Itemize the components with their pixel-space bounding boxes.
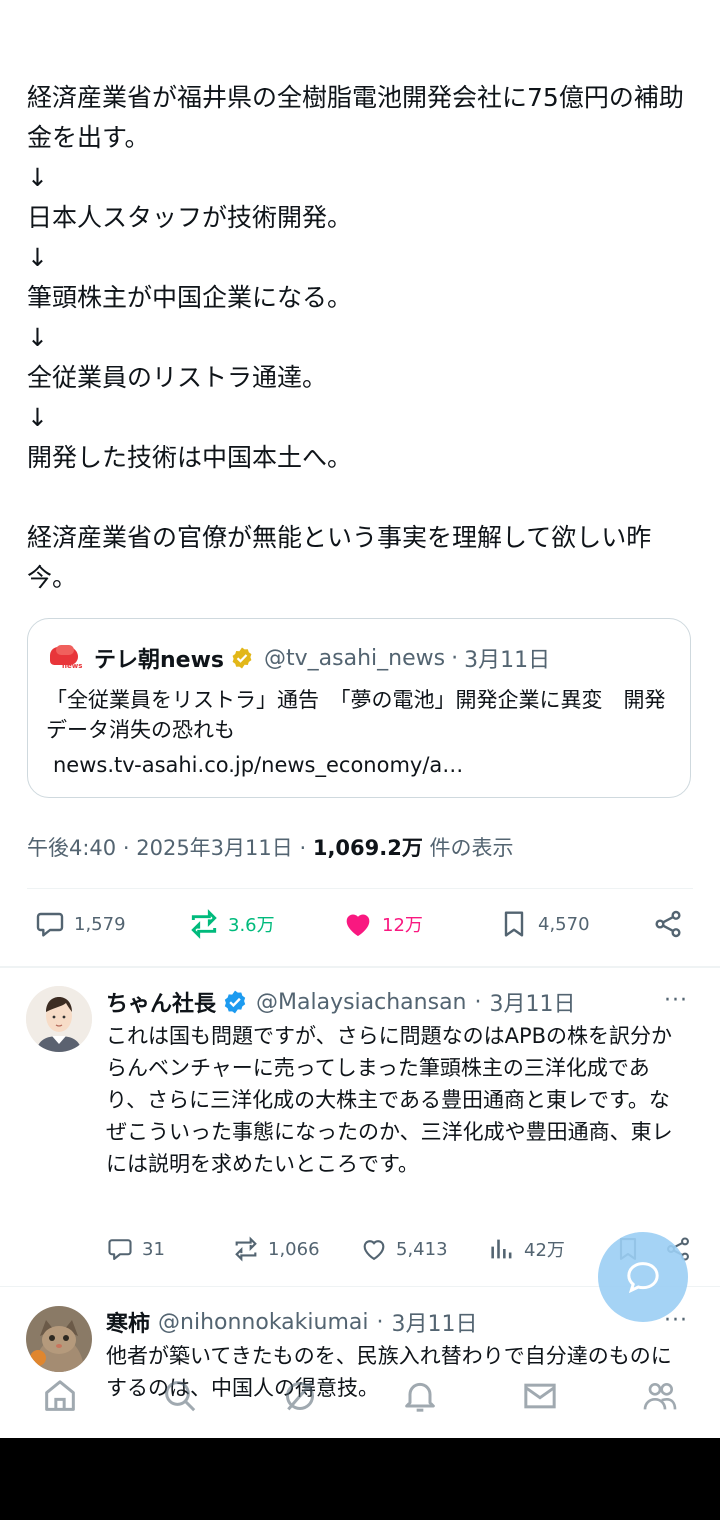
reply-author-name[interactable]: 寒柿 (106, 1306, 150, 1338)
separator-dot: · (376, 1309, 384, 1335)
reply-author-handle: @Malaysiachansan (256, 989, 467, 1015)
view-count: 42万 (524, 1240, 565, 1261)
repost-count: 1,066 (268, 1238, 320, 1260)
separator-dot: · (299, 836, 307, 860)
home-icon (45, 1380, 75, 1411)
nav-messages[interactable] (520, 1376, 560, 1416)
post-time: 午後4:40 (27, 836, 117, 860)
nav-search[interactable] (160, 1376, 200, 1416)
quoted-post-header: news テレ朝news @tv_asahi_news · 3月11日 (48, 643, 550, 673)
post-date: 2025年3月11日 (136, 836, 293, 860)
separator-dot: · (451, 645, 459, 671)
compose-reply-button[interactable] (598, 1232, 688, 1322)
quoted-post-card[interactable]: news テレ朝news @tv_asahi_news · 3月11日 「全従業… (27, 618, 691, 798)
quoted-author-handle: @tv_asahi_news (264, 645, 446, 671)
quoted-post-text: 「全従業員をリストラ」通告 「夢の電池」開発企業に異変 開発データ消失の恐れも (46, 688, 666, 742)
reply-date: 3月11日 (391, 1312, 478, 1337)
nav-grok[interactable] (280, 1376, 320, 1416)
reply-count: 31 (142, 1238, 165, 1260)
like-count: 12万 (382, 915, 423, 936)
reply-header: 寒柿 @nihonnokakiumai · 3月11日 (106, 1306, 477, 1338)
nav-home[interactable] (40, 1376, 80, 1416)
quoted-post-link[interactable]: news.tv-asahi.co.jp/news_economy/a… (53, 753, 463, 777)
nav-notifications[interactable] (400, 1376, 440, 1416)
reply-date: 3月11日 (489, 992, 576, 1017)
avatar[interactable] (26, 986, 92, 1052)
bookmark-count: 4,570 (538, 913, 590, 935)
separator-dot: · (474, 989, 482, 1015)
views-button[interactable]: 42万 (488, 1235, 565, 1263)
like-button[interactable]: 5,413 (360, 1235, 448, 1263)
reply-count: 1,579 (74, 913, 126, 935)
analytics-icon (491, 1239, 512, 1259)
grok-icon (286, 1381, 314, 1411)
verified-org-badge-icon (232, 647, 252, 669)
messages-icon (524, 1383, 556, 1409)
more-options-icon[interactable]: ··· (664, 988, 688, 1013)
bookmark-button[interactable]: 4,570 (498, 908, 590, 940)
avatar-cat-photo-icon (26, 1306, 92, 1372)
repost-icon (235, 1236, 257, 1262)
quoted-post-date: 3月11日 (464, 648, 551, 673)
bookmark-icon (504, 911, 524, 937)
logo-text: news (62, 662, 83, 670)
reply-author-name[interactable]: ちゃん社長 (106, 986, 216, 1018)
heart-filled-icon (346, 914, 370, 936)
verified-badge-icon (224, 990, 246, 1014)
communities-icon (643, 1383, 677, 1410)
reply-button[interactable]: 1,579 (34, 908, 126, 940)
like-button[interactable]: 12万 (342, 908, 423, 940)
quoted-author-name[interactable]: テレ朝news (94, 642, 224, 674)
reply-icon (36, 912, 64, 937)
divider (0, 966, 720, 968)
repost-count: 3.6万 (228, 915, 275, 936)
bottom-navigation (0, 1366, 720, 1436)
notifications-icon (405, 1382, 435, 1412)
reply-header: ちゃん社長 @Malaysiachansan · 3月11日 (106, 986, 576, 1018)
reply-icon (108, 1239, 132, 1260)
view-count-label: 件の表示 (429, 836, 514, 860)
reply-text: これは国も問題ですが、さらに問題なのはAPBの株を訳分からんベンチャーに売ってし… (106, 1024, 673, 1176)
share-button[interactable] (652, 908, 692, 940)
avatar[interactable] (26, 1306, 92, 1372)
post-action-bar: 1,579 3.6万 12万 4,570 (0, 908, 720, 948)
like-count: 5,413 (396, 1238, 448, 1260)
nav-communities[interactable] (640, 1376, 680, 1416)
tv-asahi-logo-icon[interactable]: news (48, 645, 82, 671)
compose-reply-icon (627, 1262, 659, 1294)
heart-icon (363, 1240, 385, 1261)
search-icon (165, 1381, 196, 1412)
repost-button[interactable]: 3.6万 (188, 908, 275, 940)
repost-icon (191, 909, 217, 939)
divider (27, 888, 693, 889)
post-meta: 午後4:40 · 2025年3月11日 · 1,069.2万 件の表示 (27, 832, 514, 862)
view-count[interactable]: 1,069.2万 (313, 836, 423, 860)
share-icon (655, 910, 681, 938)
system-navigation-bar (0, 1438, 720, 1520)
reply-button[interactable]: 31 (106, 1235, 165, 1263)
repost-button[interactable]: 1,066 (232, 1235, 320, 1263)
post-text: 経済産業省が福井県の全樹脂電池開発会社に75億円の補助金を出す。 ↓ 日本人スタ… (27, 83, 684, 592)
avatar-illustration-icon (26, 986, 92, 1052)
reply-author-handle: @nihonnokakiumai (158, 1309, 369, 1335)
separator-dot: · (122, 836, 130, 860)
